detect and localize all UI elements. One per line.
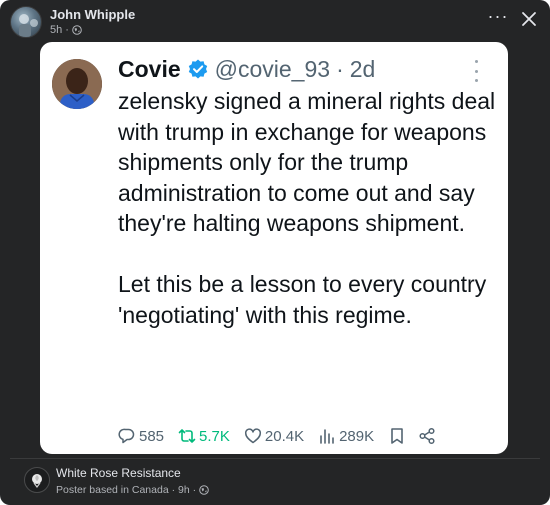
more-options-button[interactable]: ··· bbox=[487, 7, 509, 30]
post-time[interactable]: 5h bbox=[50, 24, 62, 36]
author-avatar[interactable] bbox=[10, 6, 42, 38]
post-footer: White Rose Resistance Poster based in Ca… bbox=[10, 458, 540, 502]
meta-separator: · bbox=[65, 24, 69, 36]
tweet-menu-icon[interactable] bbox=[472, 60, 480, 82]
globe-icon bbox=[199, 485, 209, 495]
footer-divider bbox=[10, 458, 540, 459]
reply-action[interactable]: 585 bbox=[118, 427, 164, 445]
reply-count: 585 bbox=[139, 427, 165, 445]
tweet-handle[interactable]: @covie_93 bbox=[215, 56, 330, 83]
retweet-action[interactable]: 5.7K bbox=[178, 427, 230, 445]
group-meta: Poster based in Canada · 9h · bbox=[56, 484, 209, 496]
heart-icon bbox=[244, 428, 261, 444]
bookmark-icon bbox=[391, 428, 403, 444]
tweet-actions: 585 5.7K 20.4K 289K bbox=[118, 425, 508, 447]
group-name[interactable]: White Rose Resistance bbox=[56, 466, 181, 480]
close-icon[interactable] bbox=[519, 9, 539, 29]
post-frame: John Whipple 5h · ··· Covie @covie_93 · … bbox=[0, 0, 550, 505]
tweet-time[interactable]: 2d bbox=[350, 56, 376, 83]
views-action[interactable]: 289K bbox=[318, 427, 374, 445]
tweet-separator: · bbox=[336, 55, 344, 82]
tweet-text: zelensky signed a mineral rights deal wi… bbox=[118, 88, 496, 328]
globe-icon bbox=[72, 25, 82, 35]
retweet-icon bbox=[178, 429, 196, 443]
like-count: 20.4K bbox=[264, 427, 305, 445]
bookmark-action[interactable] bbox=[388, 427, 406, 445]
group-avatar[interactable] bbox=[24, 467, 50, 493]
share-icon bbox=[419, 427, 435, 445]
post-header: John Whipple 5h · ··· bbox=[0, 0, 550, 48]
tweet-author-avatar[interactable] bbox=[52, 59, 102, 109]
views-icon bbox=[320, 429, 334, 444]
tweet-display-name[interactable]: Covie bbox=[118, 56, 181, 83]
post-meta: 5h · bbox=[50, 24, 82, 36]
share-action[interactable] bbox=[418, 427, 436, 445]
verified-badge-icon bbox=[188, 59, 207, 79]
tweet-card[interactable]: Covie @covie_93 · 2d zelensky signed a m… bbox=[40, 42, 508, 454]
views-count: 289K bbox=[339, 427, 375, 445]
group-meta-text: Poster based in Canada · 9h · bbox=[56, 484, 197, 496]
retweet-count: 5.7K bbox=[199, 427, 230, 445]
reply-icon bbox=[118, 428, 135, 444]
author-name[interactable]: John Whipple bbox=[50, 7, 135, 22]
like-action[interactable]: 20.4K bbox=[244, 427, 304, 445]
tweet-header: Covie @covie_93 · 2d bbox=[118, 54, 375, 84]
